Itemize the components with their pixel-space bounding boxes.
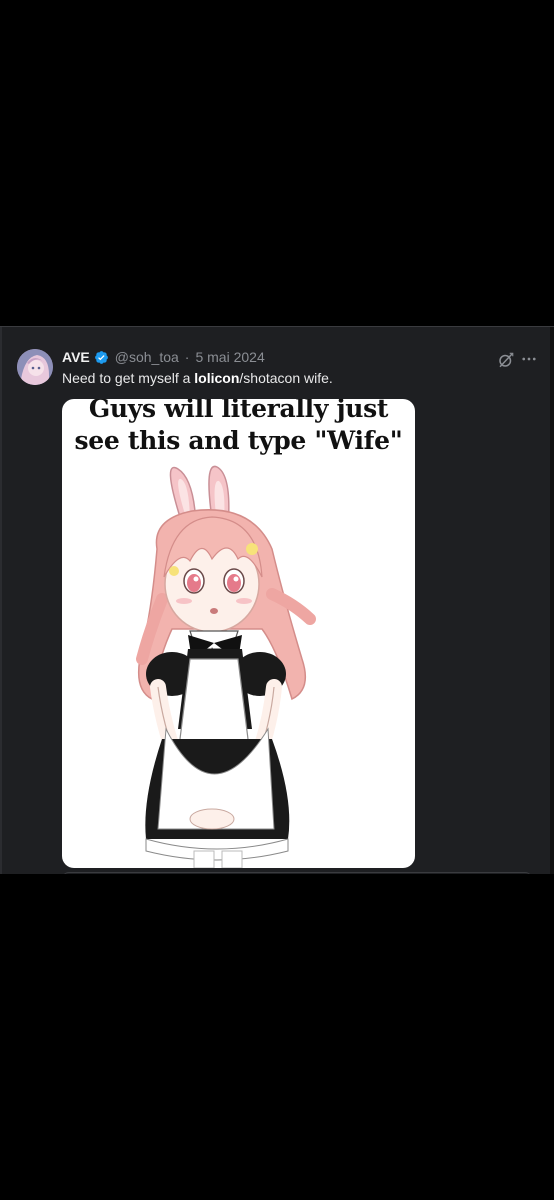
card-left-edge [0, 327, 2, 874]
bottom-black-area [0, 874, 554, 1200]
grok-icon[interactable] [497, 351, 515, 369]
tweet-header: AVE @soh_toa · 5 mai 2024 [62, 348, 265, 366]
tweet-date[interactable]: 5 mai 2024 [195, 348, 264, 366]
tweet-text-start: Need to get myself a [62, 370, 195, 386]
more-options-icon[interactable] [520, 350, 538, 368]
tweet-text: Need to get myself a lolicon/shotacon wi… [62, 369, 333, 387]
card-right-edge [550, 327, 554, 874]
separator-dot: · [184, 349, 190, 365]
verified-badge-icon [94, 350, 108, 364]
tweet-card[interactable]: AVE @soh_toa · 5 mai 2024 Need to get my… [0, 326, 554, 874]
tweet-text-end: /shotacon wife. [239, 370, 333, 386]
avatar[interactable] [17, 349, 53, 385]
top-black-area [0, 0, 554, 326]
display-name[interactable]: AVE [62, 348, 90, 366]
tweet-media-image[interactable]: Guys will literally just see this and ty… [62, 399, 415, 868]
maid-bunny-girl-illustration [136, 465, 316, 868]
tweet-text-bold: lolicon [194, 370, 240, 386]
handle[interactable]: @soh_toa [115, 348, 179, 366]
